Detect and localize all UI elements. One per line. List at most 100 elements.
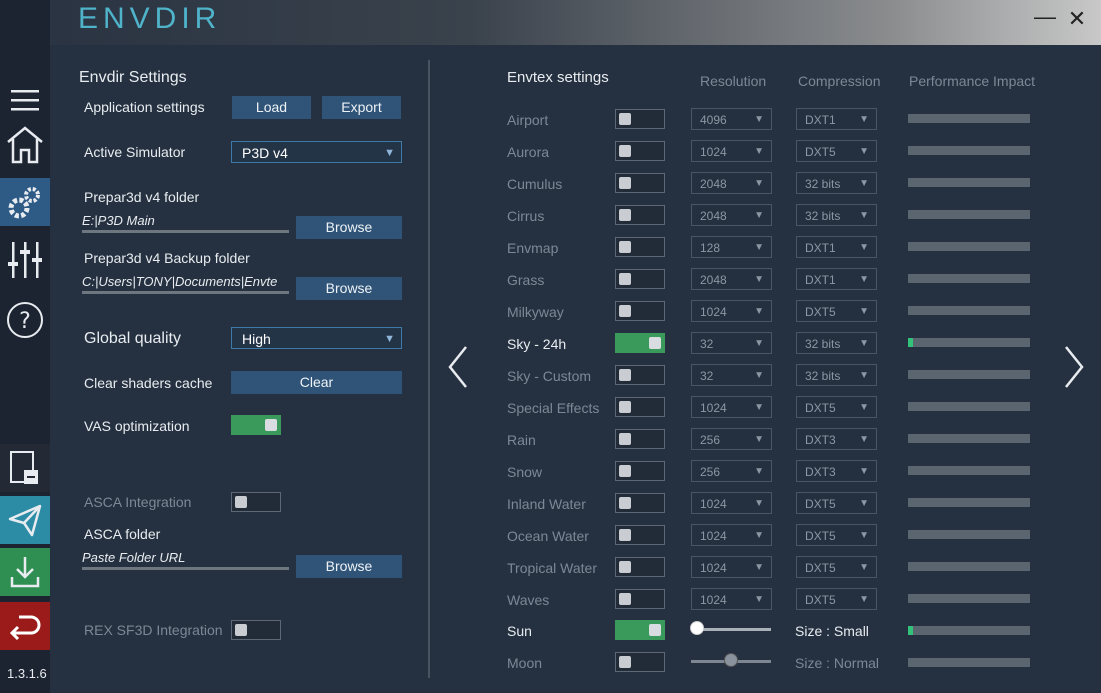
close-button[interactable]: ✕ — [1066, 8, 1088, 30]
envtex-row-toggle[interactable] — [615, 237, 665, 257]
chevron-down-icon: ▼ — [859, 370, 869, 381]
compression-select[interactable]: DXT5 ▼ — [796, 300, 877, 322]
backup-folder-field[interactable]: C:|Users|TONY|Documents|Envte — [82, 274, 289, 294]
menu-icon[interactable] — [0, 82, 50, 118]
envtex-row-label: Sky - Custom — [507, 368, 592, 384]
save-file-icon[interactable] — [0, 444, 50, 492]
send-icon[interactable] — [0, 496, 50, 544]
resolution-select[interactable]: 2048 ▼ — [691, 268, 772, 290]
resolution-select[interactable]: 2048 ▼ — [691, 172, 772, 194]
help-icon[interactable]: ? — [0, 298, 50, 342]
chevron-down-icon: ▼ — [859, 242, 869, 253]
resolution-select[interactable]: 1024 ▼ — [691, 396, 772, 418]
envtex-row-label: Ocean Water — [507, 528, 589, 544]
envtex-row-toggle[interactable] — [615, 141, 665, 161]
compression-select[interactable]: DXT5 ▼ — [796, 140, 877, 162]
resolution-select[interactable]: 128 ▼ — [691, 236, 772, 258]
resolution-select[interactable]: 32 ▼ — [691, 364, 772, 386]
compression-select[interactable]: 32 bits ▼ — [796, 332, 877, 354]
envtex-row-toggle[interactable] — [615, 109, 665, 129]
moon-toggle[interactable] — [615, 652, 665, 672]
envtex-row-toggle[interactable] — [615, 301, 665, 321]
resolution-select[interactable]: 1024 ▼ — [691, 556, 772, 578]
asca-integration-toggle[interactable] — [231, 492, 281, 512]
resolution-select[interactable]: 2048 ▼ — [691, 204, 772, 226]
compression-select[interactable]: DXT3 ▼ — [796, 428, 877, 450]
resolution-value: 1024 — [700, 497, 727, 511]
performance-impact-bar — [908, 498, 1030, 507]
chevron-down-icon: ▼ — [754, 242, 764, 253]
moon-size-slider[interactable] — [691, 653, 771, 667]
envtex-row-toggle[interactable] — [615, 173, 665, 193]
chevron-down-icon: ▼ — [859, 178, 869, 189]
asca-folder-browse-button[interactable]: Browse — [296, 555, 402, 578]
p3d-folder-browse-button[interactable]: Browse — [296, 216, 402, 239]
resolution-select[interactable]: 1024 ▼ — [691, 492, 772, 514]
asca-folder-field[interactable]: Paste Folder URL — [82, 550, 289, 570]
envtex-row-toggle[interactable] — [615, 365, 665, 385]
global-quality-select[interactable]: High ▼ — [231, 327, 402, 349]
load-button[interactable]: Load — [232, 96, 311, 119]
next-page-arrow[interactable] — [1062, 345, 1086, 397]
resolution-select[interactable]: 1024 ▼ — [691, 524, 772, 546]
slider-thumb[interactable] — [724, 653, 738, 667]
envtex-row-toggle[interactable] — [615, 429, 665, 449]
resolution-select[interactable]: 1024 ▼ — [691, 588, 772, 610]
compression-select[interactable]: 32 bits ▼ — [796, 172, 877, 194]
compression-select[interactable]: DXT5 ▼ — [796, 556, 877, 578]
resolution-select[interactable]: 256 ▼ — [691, 428, 772, 450]
chevron-down-icon: ▼ — [754, 146, 764, 157]
compression-value: DXT5 — [805, 593, 836, 607]
resolution-value: 1024 — [700, 593, 727, 607]
compression-select[interactable]: DXT3 ▼ — [796, 460, 877, 482]
clear-shaders-button[interactable]: Clear — [231, 371, 402, 394]
envtex-row-toggle[interactable] — [615, 397, 665, 417]
envtex-row-toggle[interactable] — [615, 269, 665, 289]
backup-folder-browse-button[interactable]: Browse — [296, 277, 402, 300]
home-icon[interactable] — [0, 122, 50, 166]
envtex-row-toggle[interactable] — [615, 557, 665, 577]
export-button[interactable]: Export — [322, 96, 401, 119]
envtex-row-toggle[interactable] — [615, 589, 665, 609]
envtex-row-toggle[interactable] — [615, 525, 665, 545]
download-icon[interactable] — [0, 548, 50, 596]
sun-size-slider[interactable] — [690, 621, 771, 635]
compression-select[interactable]: 32 bits ▼ — [796, 204, 877, 226]
envtex-row-toggle[interactable] — [615, 205, 665, 225]
compression-select[interactable]: DXT5 ▼ — [796, 524, 877, 546]
compression-select[interactable]: DXT5 ▼ — [796, 588, 877, 610]
compression-select[interactable]: DXT1 ▼ — [796, 108, 877, 130]
envtex-row-toggle[interactable] — [615, 493, 665, 513]
minimize-button[interactable]: — — [1034, 6, 1056, 28]
chevron-down-icon: ▼ — [859, 562, 869, 573]
resolution-value: 1024 — [700, 529, 727, 543]
chevron-down-icon: ▼ — [754, 178, 764, 189]
sliders-icon[interactable] — [0, 238, 50, 282]
compression-value: DXT5 — [805, 401, 836, 415]
active-simulator-select[interactable]: P3D v4 ▼ — [231, 141, 402, 163]
undo-icon[interactable] — [0, 602, 50, 650]
moon-performance-bar — [908, 658, 1030, 667]
performance-impact-bar — [908, 402, 1030, 411]
vas-optimization-toggle[interactable] — [231, 415, 281, 435]
compression-select[interactable]: DXT5 ▼ — [796, 396, 877, 418]
compression-select[interactable]: DXT1 ▼ — [796, 268, 877, 290]
resolution-select[interactable]: 4096 ▼ — [691, 108, 772, 130]
slider-thumb[interactable] — [690, 621, 704, 635]
compression-select[interactable]: 32 bits ▼ — [796, 364, 877, 386]
envtex-row-toggle[interactable] — [615, 333, 665, 353]
settings-gear-icon[interactable] — [0, 178, 50, 226]
resolution-select[interactable]: 256 ▼ — [691, 460, 772, 482]
resolution-select[interactable]: 1024 ▼ — [691, 140, 772, 162]
previous-page-arrow[interactable] — [446, 345, 470, 397]
app-logo: ENVDIR — [78, 2, 222, 35]
p3d-folder-field[interactable]: E:|P3D Main — [82, 213, 289, 233]
envtex-row-toggle[interactable] — [615, 461, 665, 481]
rex-sf3d-integration-toggle[interactable] — [231, 620, 281, 640]
compression-select[interactable]: DXT5 ▼ — [796, 492, 877, 514]
resolution-select[interactable]: 1024 ▼ — [691, 300, 772, 322]
sun-toggle[interactable] — [615, 620, 665, 640]
resolution-select[interactable]: 32 ▼ — [691, 332, 772, 354]
compression-select[interactable]: DXT1 ▼ — [796, 236, 877, 258]
chevron-down-icon: ▼ — [754, 434, 764, 445]
